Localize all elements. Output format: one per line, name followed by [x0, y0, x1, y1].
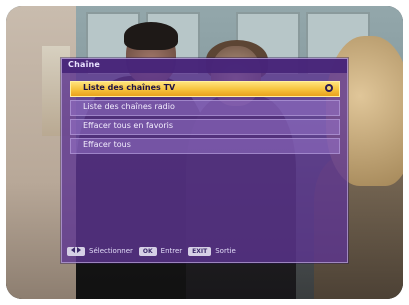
menu-list: Liste des chaînes TV Liste des chaînes r…: [70, 81, 340, 157]
hint-enter: OK Entrer: [138, 246, 183, 256]
hint-exit: EXIT Sortie: [188, 246, 236, 256]
menu-item-tv-channel-list[interactable]: Liste des chaînes TV: [70, 81, 340, 97]
left-right-arrow-icon: [67, 246, 85, 256]
menu-item-label: Liste des chaînes radio: [83, 102, 175, 111]
hint-label: Sortie: [215, 247, 236, 255]
hint-label: Entrer: [160, 247, 183, 255]
menu-item-label: Effacer tous en favoris: [83, 121, 173, 130]
ok-key-icon: OK: [138, 246, 157, 256]
menu-item-clear-favorites[interactable]: Effacer tous en favoris: [70, 119, 340, 135]
channel-menu: Chaîne Liste des chaînes TV Liste des ch…: [61, 58, 348, 263]
menu-item-label: Effacer tous: [83, 140, 131, 149]
exit-key-icon: EXIT: [188, 246, 212, 256]
hint-label: Sélectionner: [89, 247, 133, 255]
key-hint-bar: Sélectionner OK Entrer EXIT Sortie: [61, 243, 346, 259]
menu-titlebar: Chaîne: [62, 59, 347, 73]
menu-item-clear-all[interactable]: Effacer tous: [70, 138, 340, 154]
menu-empty-area: [70, 159, 340, 244]
menu-title: Chaîne: [68, 60, 101, 69]
hint-select: Sélectionner: [67, 246, 133, 256]
menu-item-label: Liste des chaînes TV: [83, 83, 176, 92]
menu-item-radio-channel-list[interactable]: Liste des chaînes radio: [70, 100, 340, 116]
selected-indicator-icon: [325, 84, 333, 92]
